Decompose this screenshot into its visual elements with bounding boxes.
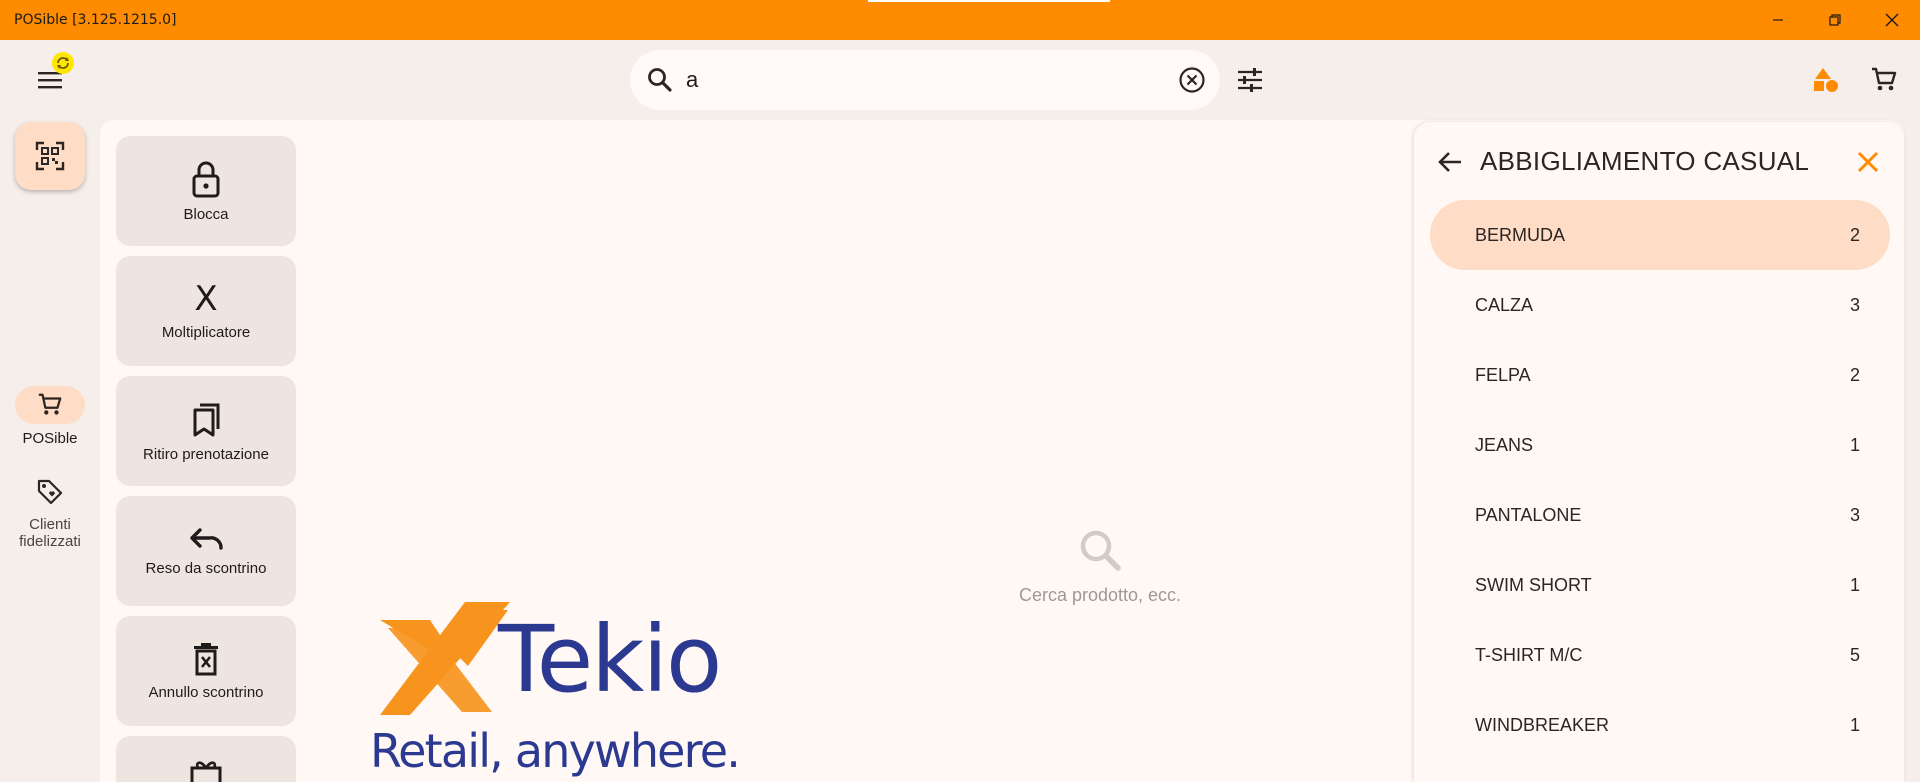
action-label: Annullo scontrino [148, 683, 264, 701]
subcategory-name: SWIM SHORT [1475, 574, 1592, 595]
subcategory-name: CALZA [1475, 294, 1534, 315]
subcategory-item-jeans[interactable]: JEANS 1 [1430, 410, 1890, 480]
qr-scan-icon [35, 141, 65, 171]
subcategory-item-windbreaker[interactable]: WINDBREAKER 1 [1430, 690, 1890, 760]
subcategory-name: JEANS [1475, 434, 1534, 455]
empty-state: Cerca prodotto, ecc. [900, 526, 1300, 606]
rail-label: Clienti fidelizzati [19, 516, 81, 550]
subcategory-count: 1 [1849, 574, 1860, 595]
back-arrow-icon[interactable] [1434, 146, 1466, 178]
subcategory-name: BERMUDA [1475, 224, 1566, 245]
scan-barcode-button[interactable] [15, 122, 85, 190]
tune-icon [1238, 68, 1262, 92]
subcategory-item-calza[interactable]: CALZA 3 [1430, 270, 1890, 340]
empty-state-text: Cerca prodotto, ecc. [1018, 585, 1182, 605]
return-from-receipt-button[interactable]: Reso da scontrino [116, 496, 296, 606]
sync-icon [57, 57, 69, 69]
loyalty-tag-icon [37, 479, 63, 505]
multiplier-x-icon: X [194, 278, 218, 319]
close-window-button[interactable] [1863, 0, 1920, 40]
subcategory-list: BERMUDA 2 CALZA 3 FELPA 2 JEANS 1 PANTAL… [1430, 200, 1890, 760]
search-icon [648, 68, 672, 92]
multiplier-button[interactable]: X Moltiplicatore [116, 256, 296, 366]
subcategory-name: FELPA [1475, 364, 1531, 385]
rail-pill-posible [15, 386, 85, 424]
subcategory-count: 2 [1849, 364, 1860, 385]
clear-search-icon[interactable] [1178, 66, 1206, 94]
tekio-x-mark [380, 602, 510, 715]
app-bar [0, 40, 1920, 120]
close-icon [1885, 13, 1898, 27]
restore-icon [1828, 14, 1841, 26]
bookmarks-icon [193, 403, 220, 436]
rail-item-clienti-fidelizzati[interactable]: Clienti fidelizzati [0, 472, 100, 550]
delete-receipt-icon [194, 642, 218, 675]
subcategory-item-swim-short[interactable]: SWIM SHORT 1 [1430, 550, 1890, 620]
logo-brand: Tekio [498, 606, 722, 713]
categories-button[interactable] [1808, 62, 1844, 98]
close-panel-icon[interactable] [1852, 146, 1884, 178]
action-label: Reso da scontrino [145, 559, 267, 577]
gift-icon [190, 761, 222, 782]
rail-label: POSible [22, 430, 78, 447]
window-titlebar: POSible [3.125.1215.0] [0, 0, 1920, 40]
subcategory-item-t-shirt-mc[interactable]: T-SHIRT M/C 5 [1430, 620, 1890, 690]
subcategory-count: 3 [1849, 294, 1860, 315]
subcategory-count: 2 [1849, 224, 1860, 245]
logo-tagline: Retail, anywhere. [370, 724, 741, 778]
category-panel: ABBIGLIAMENTO CASUAL BERMUDA 2 CALZA 3 F… [1414, 122, 1904, 782]
action-label: Ritiro prenotazione [143, 445, 269, 463]
search-bar [630, 50, 1220, 110]
search-icon [1080, 530, 1121, 571]
cart-icon [1872, 67, 1897, 91]
category-panel-title: ABBIGLIAMENTO CASUAL [1480, 146, 1810, 176]
search-input[interactable] [686, 64, 1136, 96]
lock-icon [192, 161, 220, 197]
subcategory-count: 1 [1849, 434, 1860, 455]
subcategory-count: 3 [1849, 504, 1860, 525]
cart-button[interactable] [1866, 62, 1902, 98]
rail-item-posible[interactable]: POSible [0, 386, 100, 447]
window-title: POSible [3.125.1215.0] [14, 12, 177, 28]
reservation-pickup-button[interactable]: Ritiro prenotazione [116, 376, 296, 486]
minimize-button[interactable] [1749, 0, 1806, 40]
cart-icon [38, 393, 62, 415]
action-label: Moltiplicatore [161, 323, 251, 341]
subcategory-name: WINDBREAKER [1475, 714, 1610, 735]
subcategory-name: PANTALONE [1475, 504, 1582, 525]
subcategory-count: 1 [1849, 714, 1860, 735]
filter-button[interactable] [1232, 62, 1268, 98]
shapes-icon [1814, 68, 1838, 92]
subcategory-name: T-SHIRT M/C [1475, 644, 1583, 665]
titlebar-highlight [868, 0, 1110, 2]
minimize-icon [1772, 19, 1783, 21]
sync-status-badge[interactable] [52, 52, 74, 74]
subcategory-item-felpa[interactable]: FELPA 2 [1430, 340, 1890, 410]
cancel-receipt-button[interactable]: Annullo scontrino [116, 616, 296, 726]
gift-button[interactable] [116, 736, 296, 782]
action-label: Blocca [183, 205, 229, 223]
lock-button[interactable]: Blocca [116, 136, 296, 246]
restore-button[interactable] [1806, 0, 1863, 40]
subcategory-item-pantalone[interactable]: PANTALONE 3 [1430, 480, 1890, 550]
undo-icon [190, 527, 223, 550]
subcategory-item-bermuda[interactable]: BERMUDA 2 [1430, 200, 1890, 270]
rail-pill-clienti [15, 472, 85, 510]
tekio-logo: Tekio Retail, anywhere. [370, 600, 770, 782]
subcategory-count: 5 [1849, 644, 1860, 665]
